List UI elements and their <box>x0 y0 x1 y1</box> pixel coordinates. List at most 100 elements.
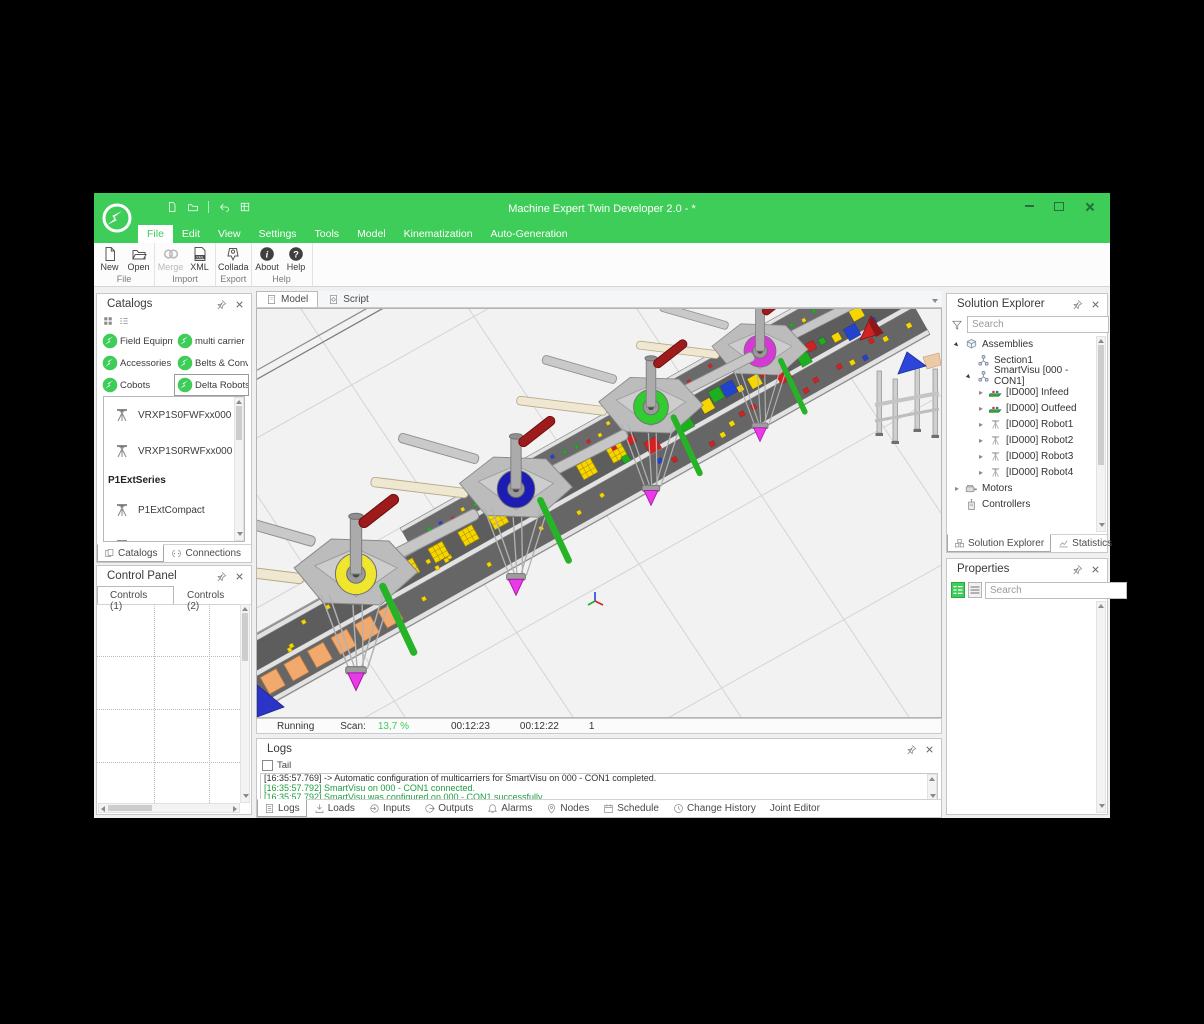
tab-script[interactable]: Script <box>318 291 379 307</box>
control-panel-canvas[interactable] <box>97 604 240 803</box>
redo-icon[interactable] <box>239 201 251 213</box>
list-view-icon[interactable] <box>119 316 129 326</box>
tree-item-assemblies[interactable]: ▸Assemblies <box>949 336 1095 352</box>
tab-alarms[interactable]: Alarms <box>480 800 539 817</box>
properties-scrollbar[interactable] <box>1096 601 1106 813</box>
tree-item-controllers[interactable]: Controllers <box>949 496 1095 512</box>
tail-checkbox[interactable] <box>262 760 273 771</box>
catalog-item-p1extcompact[interactable]: P1ExtCompact <box>104 492 244 528</box>
expander-collapsed-icon[interactable]: ▸ <box>977 436 985 445</box>
tab-catalogs[interactable]: Catalogs <box>97 544 164 562</box>
grid-view-icon[interactable] <box>103 316 113 326</box>
expander-expanded-icon[interactable]: ▸ <box>963 370 975 382</box>
catalog-tile-delta-robots[interactable]: Delta Robots <box>174 374 249 396</box>
close-icon[interactable] <box>923 743 936 756</box>
close-icon[interactable] <box>1089 298 1102 311</box>
tab-statistics[interactable]: Statistics <box>1051 535 1119 552</box>
tree-item-id000-robot4[interactable]: ▸[ID000] Robot4 <box>949 464 1095 480</box>
about-button[interactable]: iAbout <box>253 244 282 274</box>
menu-item-tools[interactable]: Tools <box>306 225 349 243</box>
restore-icon[interactable] <box>1044 197 1074 215</box>
pin-icon[interactable] <box>1071 563 1084 576</box>
solution-explorer-scrollbar[interactable] <box>1096 336 1106 532</box>
open-icon[interactable] <box>187 201 199 213</box>
help-button[interactable]: ?Help <box>282 244 311 274</box>
tree-item-id000-robot2[interactable]: ▸[ID000] Robot2 <box>949 432 1095 448</box>
expander-collapsed-icon[interactable]: ▸ <box>977 404 985 413</box>
expander-collapsed-icon[interactable]: ▸ <box>977 388 985 397</box>
menu-item-file[interactable]: File <box>138 225 173 243</box>
catalog-item-p1extcompactrotax[interactable]: P1ExtCompactRotAx <box>104 528 244 542</box>
tab-change-history[interactable]: Change History <box>666 800 763 817</box>
menu-item-kinematization[interactable]: Kinematization <box>395 225 482 243</box>
catalog-item-vrxp1s0fwfxx000[interactable]: VRXP1S0FWFxx000 <box>104 397 244 433</box>
tree-item-id000-robot1[interactable]: ▸[ID000] Robot1 <box>949 416 1095 432</box>
scan-label: Scan: <box>340 721 366 732</box>
tree-item-motors[interactable]: ▸Motors <box>949 480 1095 496</box>
tab-connections[interactable]: Connections <box>164 545 248 562</box>
catalog-tile-field-equipment[interactable]: Field Equipment <box>99 330 174 352</box>
catalog-tile-cobots[interactable]: Cobots <box>99 374 174 396</box>
history-tab-icon <box>673 803 684 814</box>
control-panel-vscrollbar[interactable] <box>240 604 250 803</box>
menu-item-model[interactable]: Model <box>348 225 395 243</box>
catalog-tile-label: Accessories <box>120 358 171 369</box>
close-icon[interactable] <box>1074 197 1104 215</box>
expander-collapsed-icon[interactable]: ▸ <box>977 468 985 477</box>
tree-item-id000-outfeed[interactable]: ▸[ID000] Outfeed <box>949 400 1095 416</box>
tab-outputs[interactable]: Outputs <box>417 800 480 817</box>
tab-schedule[interactable]: Schedule <box>596 800 666 817</box>
expander-expanded-icon[interactable]: ▸ <box>951 338 963 350</box>
tab-nodes[interactable]: Nodes <box>539 800 596 817</box>
tab-logs[interactable]: Logs <box>257 799 307 817</box>
model-3d-viewport[interactable] <box>256 308 942 718</box>
properties-search-input[interactable] <box>985 582 1127 599</box>
catalog-tile-accessories[interactable]: Accessories <box>99 352 174 374</box>
delta-robot-icon <box>114 538 130 542</box>
tab-inputs[interactable]: Inputs <box>362 800 417 817</box>
statistics-tab-icon <box>1058 538 1069 549</box>
pin-icon[interactable] <box>215 298 228 311</box>
alphabetical-view-button[interactable] <box>968 582 982 598</box>
xml-button[interactable]: XMLXML <box>185 244 214 274</box>
tab-controls-1[interactable]: Controls (1) <box>97 586 174 604</box>
pin-icon[interactable] <box>215 570 228 583</box>
delta-robot-icon <box>114 502 130 518</box>
minimize-icon[interactable] <box>1014 197 1044 215</box>
tab-solution-explorer[interactable]: Solution Explorer <box>947 534 1051 552</box>
new-button[interactable]: New <box>95 244 124 274</box>
tab-label: Solution Explorer <box>968 538 1044 549</box>
catalog-item-vrxp1s0rwfxx000[interactable]: VRXP1S0RWFxx000 <box>104 433 244 469</box>
filter-icon[interactable] <box>951 319 963 331</box>
close-icon[interactable] <box>233 298 246 311</box>
pin-icon[interactable] <box>1071 298 1084 311</box>
categorized-view-button[interactable] <box>951 582 965 598</box>
pin-icon[interactable] <box>905 743 918 756</box>
menu-item-view[interactable]: View <box>209 225 250 243</box>
chevron-down-icon[interactable] <box>932 299 938 303</box>
tree-item-smartvisu-000-con1[interactable]: ▸SmartVisu [000 - CON1] <box>949 368 1095 384</box>
expander-collapsed-icon[interactable]: ▸ <box>953 484 961 493</box>
tab-controls-2[interactable]: Controls (2) <box>174 586 251 604</box>
expander-collapsed-icon[interactable]: ▸ <box>977 420 985 429</box>
menu-item-auto-generation[interactable]: Auto-Generation <box>482 225 577 243</box>
catalog-list-scrollbar[interactable] <box>234 397 244 541</box>
close-icon[interactable] <box>1089 563 1102 576</box>
expander-collapsed-icon[interactable]: ▸ <box>977 452 985 461</box>
collada-button[interactable]: Collada <box>217 244 250 274</box>
close-icon[interactable] <box>233 570 246 583</box>
open-button[interactable]: Open <box>124 244 153 274</box>
tab-joint-editor[interactable]: Joint Editor <box>763 800 827 817</box>
menu-item-settings[interactable]: Settings <box>250 225 306 243</box>
control-panel: Control Panel Controls (1)Controls (2) <box>96 565 252 815</box>
catalog-tile-belts-conveyors[interactable]: Belts & Conveyors <box>174 352 249 374</box>
tree-item-id000-robot3[interactable]: ▸[ID000] Robot3 <box>949 448 1095 464</box>
new-icon[interactable] <box>166 201 178 213</box>
catalog-tile-multi-carrier[interactable]: multi carrier <box>174 330 249 352</box>
tab-model[interactable]: Model <box>256 291 318 307</box>
menu-item-edit[interactable]: Edit <box>173 225 209 243</box>
tab-loads[interactable]: Loads <box>307 800 362 817</box>
control-panel-hscrollbar[interactable] <box>98 803 240 813</box>
solution-explorer-search-input[interactable] <box>967 316 1109 333</box>
undo-icon[interactable] <box>218 201 230 213</box>
